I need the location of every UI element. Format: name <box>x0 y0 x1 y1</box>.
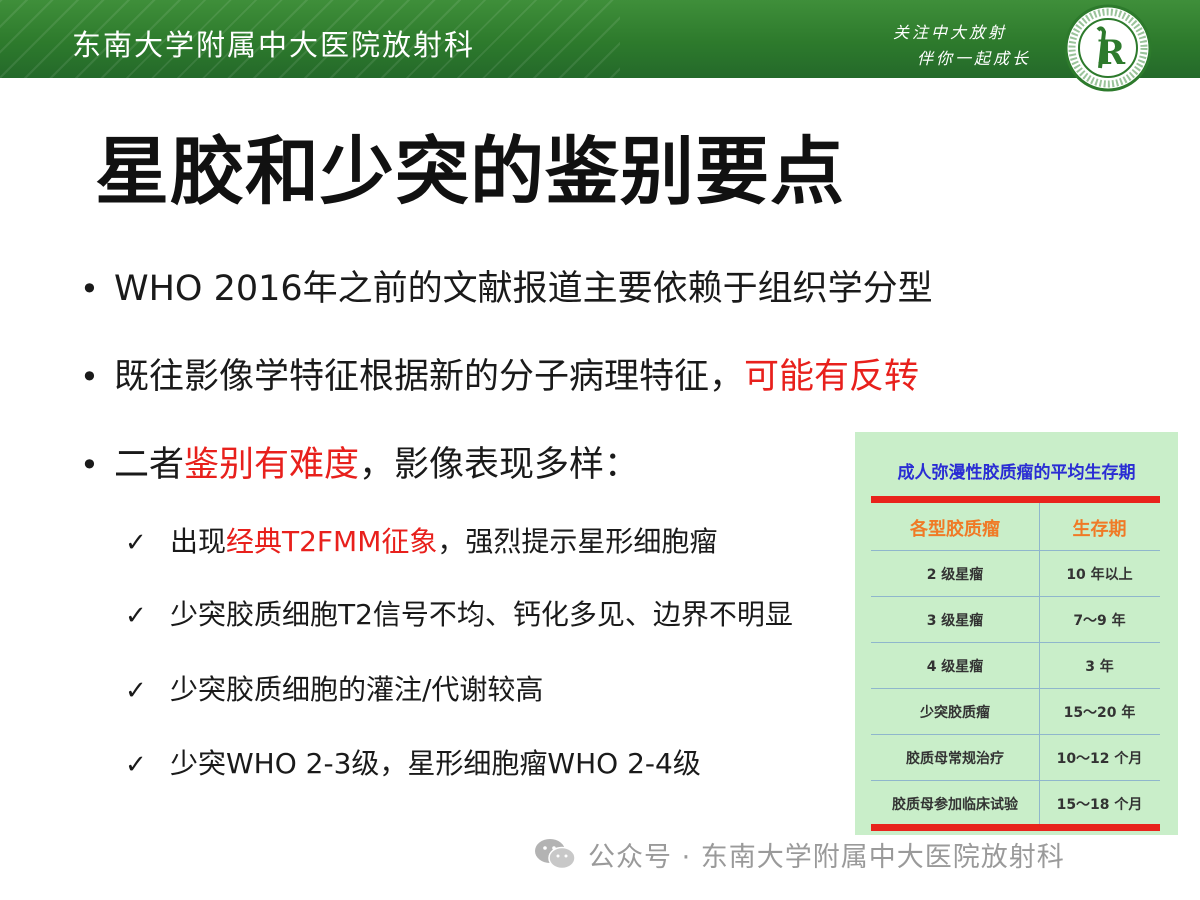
table-header: 各型胶质瘤 生存期 <box>871 503 1160 550</box>
watermark-text: 公众号 · 东南大学附属中大医院放射科 <box>588 842 1065 873</box>
slogan-line-1: 关注中大放射 <box>893 23 1008 42</box>
institution-name: 东南大学附属中大医院放射科 <box>72 28 476 62</box>
column-header: 各型胶质瘤 <box>910 519 1000 540</box>
wechat-icon <box>535 839 576 870</box>
table-bottom-rule <box>871 824 1160 831</box>
bullet-item: • 既往影像学特征根据新的分子病理特征，可能有反转 <box>80 357 920 397</box>
table-row: 少突胶质瘤 15～20 年 <box>871 688 1160 734</box>
subpoint-item: ✓ 少突胶质细胞的灌注/代谢较高 <box>125 673 544 706</box>
table-title: 成人弥漫性胶质瘤的平均生存期 <box>897 463 1136 483</box>
table-top-rule <box>871 496 1160 503</box>
table-row: 2 级星瘤 10 年以上 <box>871 550 1160 596</box>
survival-table: 成人弥漫性胶质瘤的平均生存期 各型胶质瘤 生存期 2 级星瘤 10 年以上 3 级… <box>855 432 1178 835</box>
table-row: 胶质母常规治疗 10～12 个月 <box>871 734 1160 780</box>
table-row: 3 级星瘤 7～9 年 <box>871 596 1160 642</box>
check-icon: ✓ <box>125 750 147 780</box>
table-row: 4 级星瘤 3 年 <box>871 642 1160 688</box>
highlight-text: 可能有反转 <box>744 357 920 397</box>
table-row: 胶质母参加临床试验 15～18 个月 <box>871 780 1160 826</box>
subpoint-item: ✓ 出现经典T2FMM征象，强烈提示星形细胞瘤 <box>125 525 718 558</box>
highlight-text: 鉴别有难度 <box>184 445 360 485</box>
hospital-logo-icon: R <box>1064 4 1152 92</box>
slogan-line-2: 伴你一起成长 <box>917 49 1032 68</box>
subpoint-item: ✓ 少突胶质细胞T2信号不均、钙化多见、边界不明显 <box>125 598 793 631</box>
slide-title: 星胶和少突的鉴别要点 <box>95 129 845 215</box>
table-body: 2 级星瘤 10 年以上 3 级星瘤 7～9 年 4 级星瘤 3 年 少突胶质瘤 15～… <box>871 550 1160 826</box>
logo-letter: R <box>1097 33 1126 73</box>
check-icon: ✓ <box>125 601 147 631</box>
header-banner: 东南大学附属中大医院放射科 关注中大放射 伴你一起成长 <box>0 0 1200 78</box>
subpoint-item: ✓ 少突WHO 2-3级，星形细胞瘤WHO 2-4级 <box>125 747 701 780</box>
highlight-text: 经典T2FMM征象 <box>226 525 438 558</box>
bullet-item: • 二者鉴别有难度，影像表现多样： <box>80 445 640 485</box>
check-icon: ✓ <box>125 676 147 706</box>
column-header: 生存期 <box>1072 519 1127 540</box>
check-icon: ✓ <box>125 528 147 558</box>
bullet-item: • WHO 2016年之前的文献报道主要依赖于组织学分型 <box>80 269 933 309</box>
